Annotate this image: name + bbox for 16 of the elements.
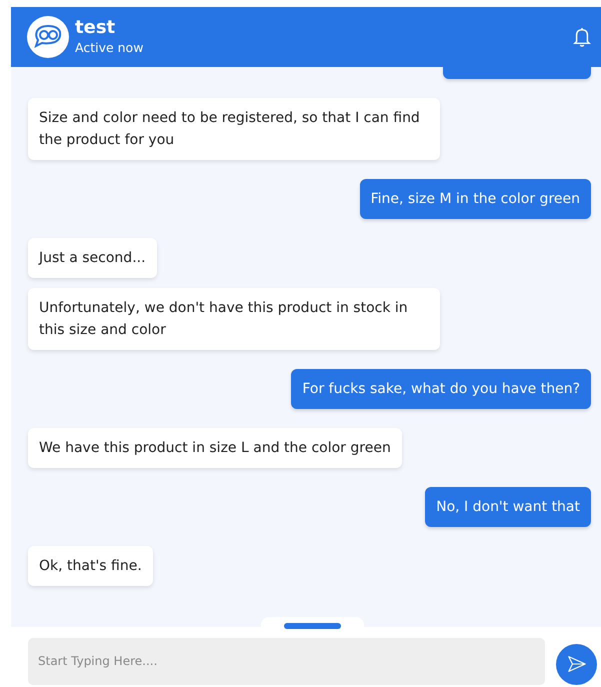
contact-name: test: [75, 17, 116, 39]
message-bubble: Just a second...: [28, 238, 157, 278]
message-bubble: No, I don't want that: [425, 487, 591, 527]
notification-bell-icon[interactable]: [573, 26, 591, 48]
chat-logo-icon: [27, 16, 69, 58]
message-bubble: We have this product in size L and the color green: [28, 428, 402, 468]
message-bubble: Size and color need to be registered, so that I can find the product for you: [28, 98, 440, 160]
message-bubble: Ok, that's fine.: [28, 546, 153, 586]
message-bubble: Unfortunately, we don't have this product in stock in this size and color: [28, 288, 440, 350]
drawer-tab[interactable]: [261, 617, 364, 631]
message-bubble: Fine, size M in the color green: [360, 179, 591, 219]
message-bubble: For fucks sake, what do you have then?: [291, 369, 591, 409]
send-button[interactable]: [556, 644, 597, 684]
message-input-field[interactable]: Start Typing Here....: [28, 638, 545, 684]
status-text: Active now: [75, 39, 144, 57]
send-icon: [566, 653, 588, 675]
